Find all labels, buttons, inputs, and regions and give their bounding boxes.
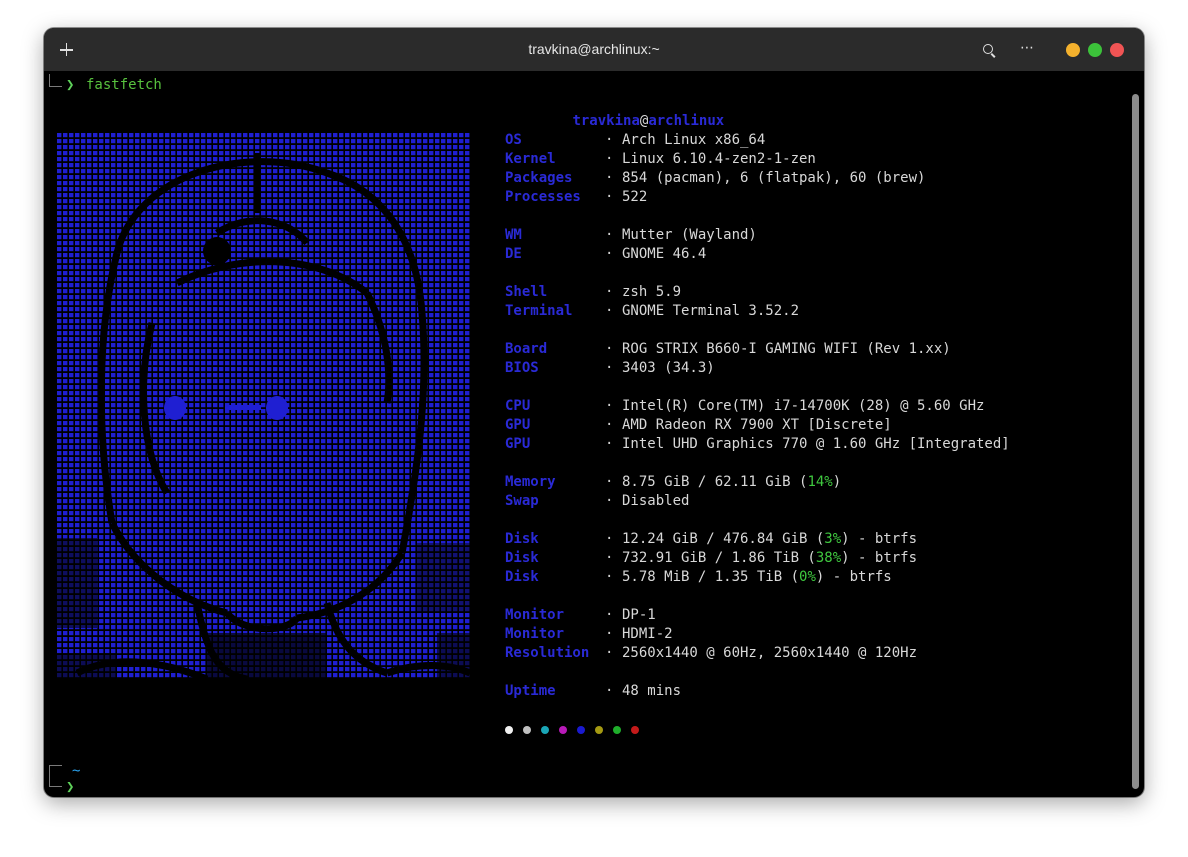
info-value: Disabled xyxy=(622,493,690,509)
info-key: GPU xyxy=(505,417,531,433)
terminal-content[interactable]: ❯ fastfetch travkina@archlinux OS · Arch… xyxy=(44,71,1130,797)
info-key: Swap xyxy=(505,493,539,509)
info-value: Intel UHD Graphics 770 @ 1.60 GHz [Integ… xyxy=(622,436,1010,452)
menu-button[interactable]: ⋯ xyxy=(1014,37,1040,63)
usage-percent: 0% xyxy=(799,569,816,585)
info-key: CPU xyxy=(505,398,531,414)
hostname: archlinux xyxy=(648,113,725,129)
info-separator: · xyxy=(605,531,614,547)
title-bar: travkina@archlinux:~ ⋯ xyxy=(44,28,1144,71)
terminal-window: travkina@archlinux:~ ⋯ ❯ fastfetch travk… xyxy=(44,28,1144,797)
info-separator: · xyxy=(605,569,614,585)
info-value: GNOME Terminal 3.52.2 xyxy=(622,303,800,319)
maximize-button[interactable] xyxy=(1088,43,1102,57)
info-separator: · xyxy=(605,436,614,452)
info-key: Packages xyxy=(505,170,573,186)
info-separator: · xyxy=(605,493,614,509)
info-key: Disk xyxy=(505,550,539,566)
info-value: 8.75 GiB / 62.11 GiB (14%) xyxy=(622,474,842,490)
info-key: Uptime xyxy=(505,683,556,699)
info-separator: · xyxy=(605,360,614,376)
info-separator: · xyxy=(605,683,614,699)
info-separator: · xyxy=(605,474,614,490)
info-value: Arch Linux x86_64 xyxy=(622,132,766,148)
info-value: HDMI-2 xyxy=(622,626,673,642)
info-value: AMD Radeon RX 7900 XT [Discrete] xyxy=(622,417,892,433)
usage-percent: 38% xyxy=(815,550,842,566)
minimize-button[interactable] xyxy=(1066,43,1080,57)
palette-swatch xyxy=(523,726,531,734)
info-key: Resolution xyxy=(505,645,590,661)
info-value: 732.91 GiB / 1.86 TiB (38%) - btrfs xyxy=(622,550,918,566)
palette-swatch xyxy=(631,726,639,734)
scrollbar[interactable] xyxy=(1128,76,1142,795)
info-value: DP-1 xyxy=(622,607,656,623)
info-key: Terminal xyxy=(505,303,573,319)
info-separator: · xyxy=(605,626,614,642)
info-separator: · xyxy=(605,189,614,205)
info-key: Monitor xyxy=(505,607,565,623)
info-key: Board xyxy=(505,341,548,357)
search-button[interactable] xyxy=(976,37,1002,63)
info-key: OS xyxy=(505,132,522,148)
ascii-logo xyxy=(57,133,470,679)
info-separator: · xyxy=(605,341,614,357)
info-separator: · xyxy=(605,550,614,566)
info-separator: · xyxy=(605,227,614,243)
info-value: Mutter (Wayland) xyxy=(622,227,757,243)
info-value: ROG STRIX B660-I GAMING WIFI (Rev 1.xx) xyxy=(622,341,951,357)
info-separator: · xyxy=(605,398,614,414)
info-value: GNOME 46.4 xyxy=(622,246,707,262)
info-value: Linux 6.10.4-zen2-1-zen xyxy=(622,151,816,167)
palette-swatch xyxy=(505,726,513,734)
usage-percent: 14% xyxy=(807,474,833,490)
info-value: 854 (pacman), 6 (flatpak), 60 (brew) xyxy=(622,170,926,186)
palette-swatch xyxy=(577,726,585,734)
info-separator: · xyxy=(605,645,614,661)
info-value: 5.78 MiB / 1.35 TiB (0%) - btrfs xyxy=(622,569,892,585)
info-separator: · xyxy=(605,303,614,319)
info-separator: · xyxy=(605,417,614,433)
info-separator: · xyxy=(605,151,614,167)
info-key: Processes xyxy=(505,189,581,205)
command-text: fastfetch xyxy=(86,77,162,93)
info-key: Shell xyxy=(505,284,548,300)
info-key: Monitor xyxy=(505,626,565,642)
info-key: Memory xyxy=(505,474,556,490)
info-key: GPU xyxy=(505,436,531,452)
scrollbar-thumb[interactable] xyxy=(1132,94,1139,789)
info-value: 522 xyxy=(622,189,648,205)
info-separator: · xyxy=(605,284,614,300)
username: travkina xyxy=(572,113,640,129)
info-separator: · xyxy=(605,607,614,623)
palette-swatch xyxy=(595,726,603,734)
info-key: Disk xyxy=(505,569,539,585)
info-key: BIOS xyxy=(505,360,539,376)
user-host: travkina@archlinux xyxy=(572,113,725,129)
close-button[interactable] xyxy=(1110,43,1124,57)
info-value: Intel(R) Core(TM) i7-14700K (28) @ 5.60 … xyxy=(622,398,985,414)
palette-swatch xyxy=(559,726,567,734)
info-value: 2560x1440 @ 60Hz, 2560x1440 @ 120Hz xyxy=(622,645,918,661)
info-value: 3403 (34.3) xyxy=(622,360,715,376)
info-key: Disk xyxy=(505,531,539,547)
info-key: WM xyxy=(505,227,522,243)
prompt-arrow-icon: ❯ xyxy=(66,779,75,795)
palette-swatch xyxy=(541,726,549,734)
info-key: Kernel xyxy=(505,151,556,167)
palette-swatch xyxy=(613,726,621,734)
info-value: 12.24 GiB / 476.84 GiB (3%) - btrfs xyxy=(622,531,918,547)
input-prompt[interactable]: ~ ❯ xyxy=(48,763,108,797)
usage-percent: 3% xyxy=(824,531,842,547)
prompt-arrow-icon: ❯ xyxy=(66,77,75,93)
info-value: 48 mins xyxy=(622,683,682,699)
info-value: zsh 5.9 xyxy=(622,284,682,300)
info-separator: · xyxy=(605,246,614,262)
info-separator: · xyxy=(605,132,614,148)
info-key: DE xyxy=(505,246,522,262)
info-separator: · xyxy=(605,170,614,186)
